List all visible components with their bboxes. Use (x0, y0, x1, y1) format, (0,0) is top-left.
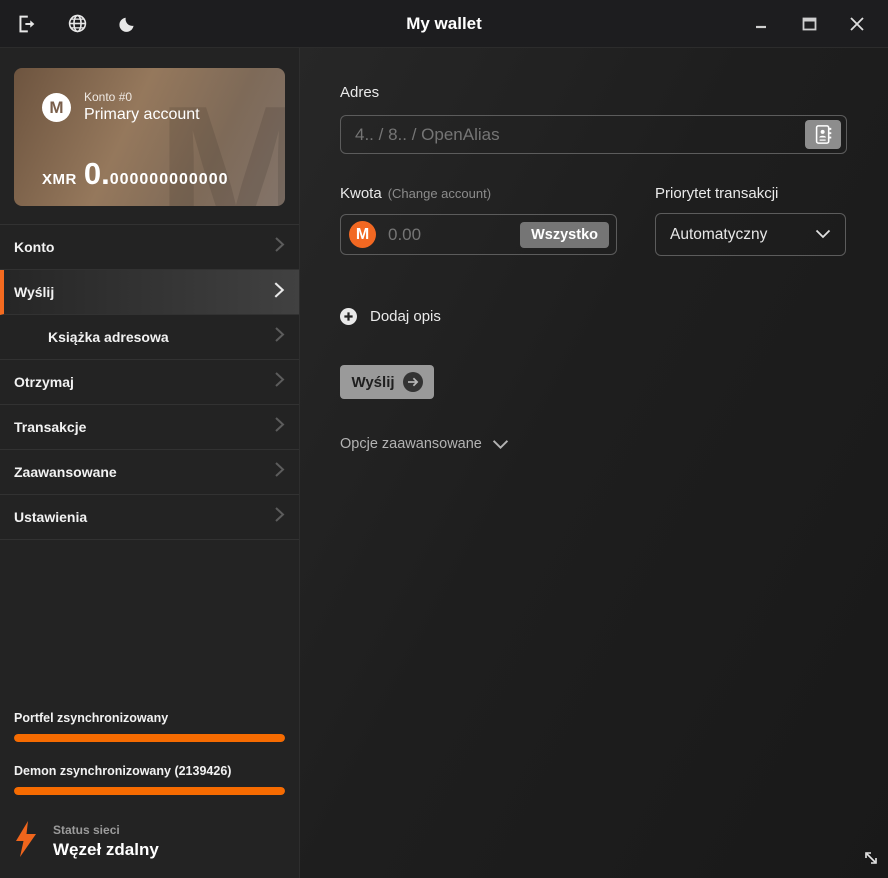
maximize-button[interactable] (796, 11, 822, 37)
chevron-right-icon (274, 326, 285, 348)
globe-icon[interactable] (66, 13, 88, 35)
plus-circle-icon (340, 308, 357, 325)
sidebar-item-otrzymaj[interactable]: Otrzymaj (0, 360, 299, 405)
wallet-sync-label: Portfel zsynchronizowany (14, 711, 285, 725)
network-status[interactable]: Status sieci Węzeł zdalny (0, 795, 299, 878)
sidebar-menu: Konto Wyślij Książka adresowa Otrzymaj T… (0, 224, 299, 540)
sidebar-item-label: Wyślij (14, 284, 54, 300)
minimize-button[interactable] (748, 11, 774, 37)
titlebar-left-icons (0, 13, 138, 35)
balance-currency: XMR (42, 171, 77, 188)
advanced-options-toggle[interactable]: Opcje zaawansowane (340, 436, 847, 452)
sidebar-item-label: Konto (14, 239, 54, 255)
sidebar-item-label: Książka adresowa (48, 329, 169, 345)
priority-label: Priorytet transakcji (655, 185, 846, 202)
monero-logo-icon: M (42, 93, 71, 122)
chevron-right-icon (274, 461, 285, 483)
account-index-label: Konto #0 (84, 90, 200, 105)
monero-coin-icon: M (349, 221, 376, 248)
amount-label: Kwota (340, 185, 382, 202)
send-all-button[interactable]: Wszystko (520, 222, 609, 248)
lightning-icon (14, 819, 38, 864)
chevron-right-icon (274, 236, 285, 258)
chevron-down-icon (815, 226, 831, 244)
network-status-value: Węzeł zdalny (53, 839, 159, 860)
chevron-down-icon (492, 439, 509, 450)
account-card[interactable]: M M Konto #0 Primary account XMR0.000000… (14, 68, 285, 206)
chevron-right-icon (274, 371, 285, 393)
add-description-label: Dodaj opis (370, 308, 441, 325)
sidebar-item-ustawienia[interactable]: Ustawienia (0, 495, 299, 540)
priority-select[interactable]: Automatyczny (655, 213, 846, 256)
wallet-sync-progressbar (14, 734, 285, 742)
send-button-label: Wyślij (351, 374, 394, 391)
chevron-right-icon (274, 506, 285, 528)
address-input-container (340, 115, 847, 154)
sidebar-item-label: Transakcje (14, 419, 86, 435)
moon-icon[interactable] (116, 13, 138, 35)
network-status-caption: Status sieci (53, 822, 159, 839)
sidebar-item-konto[interactable]: Konto (0, 225, 299, 270)
logout-icon[interactable] (16, 13, 38, 35)
sync-status: Portfel zsynchronizowany Demon zsynchron… (0, 711, 299, 795)
chevron-right-icon (273, 281, 285, 304)
sidebar-item-label: Ustawienia (14, 509, 87, 525)
send-button[interactable]: Wyślij (340, 365, 434, 399)
sidebar: M M Konto #0 Primary account XMR0.000000… (0, 48, 300, 878)
amount-input-container: M Wszystko (340, 214, 617, 255)
window-controls (748, 11, 888, 37)
sidebar-item-zaawansowane[interactable]: Zaawansowane (0, 450, 299, 495)
send-page: Adres Kwota (Change account) M (300, 48, 888, 878)
change-account-link[interactable]: (Change account) (388, 186, 491, 201)
balance-integer: 0. (84, 156, 110, 191)
close-button[interactable] (844, 11, 870, 37)
sidebar-item-transakcje[interactable]: Transakcje (0, 405, 299, 450)
balance-fraction: 000000000000 (110, 171, 229, 188)
titlebar: My wallet (0, 0, 888, 48)
add-description-button[interactable]: Dodaj opis (340, 308, 847, 325)
amount-input[interactable] (388, 225, 520, 245)
arrow-right-circle-icon (403, 372, 423, 392)
sidebar-item-label: Zaawansowane (14, 464, 117, 480)
resize-handle[interactable] (862, 849, 880, 872)
priority-selected-value: Automatyczny (670, 226, 767, 244)
advanced-options-label: Opcje zaawansowane (340, 436, 482, 452)
daemon-sync-progressbar (14, 787, 285, 795)
daemon-sync-label: Demon zsynchronizowany (2139426) (14, 764, 285, 778)
chevron-right-icon (274, 416, 285, 438)
sidebar-item-wyslij[interactable]: Wyślij (0, 270, 299, 315)
address-book-button[interactable] (805, 120, 841, 149)
account-name: Primary account (84, 105, 200, 125)
sidebar-item-ksiazka-adresowa[interactable]: Książka adresowa (0, 315, 299, 360)
address-label: Adres (340, 84, 847, 101)
address-input[interactable] (355, 125, 805, 145)
sidebar-item-label: Otrzymaj (14, 374, 74, 390)
balance: XMR 0.000000000000 (42, 156, 228, 192)
